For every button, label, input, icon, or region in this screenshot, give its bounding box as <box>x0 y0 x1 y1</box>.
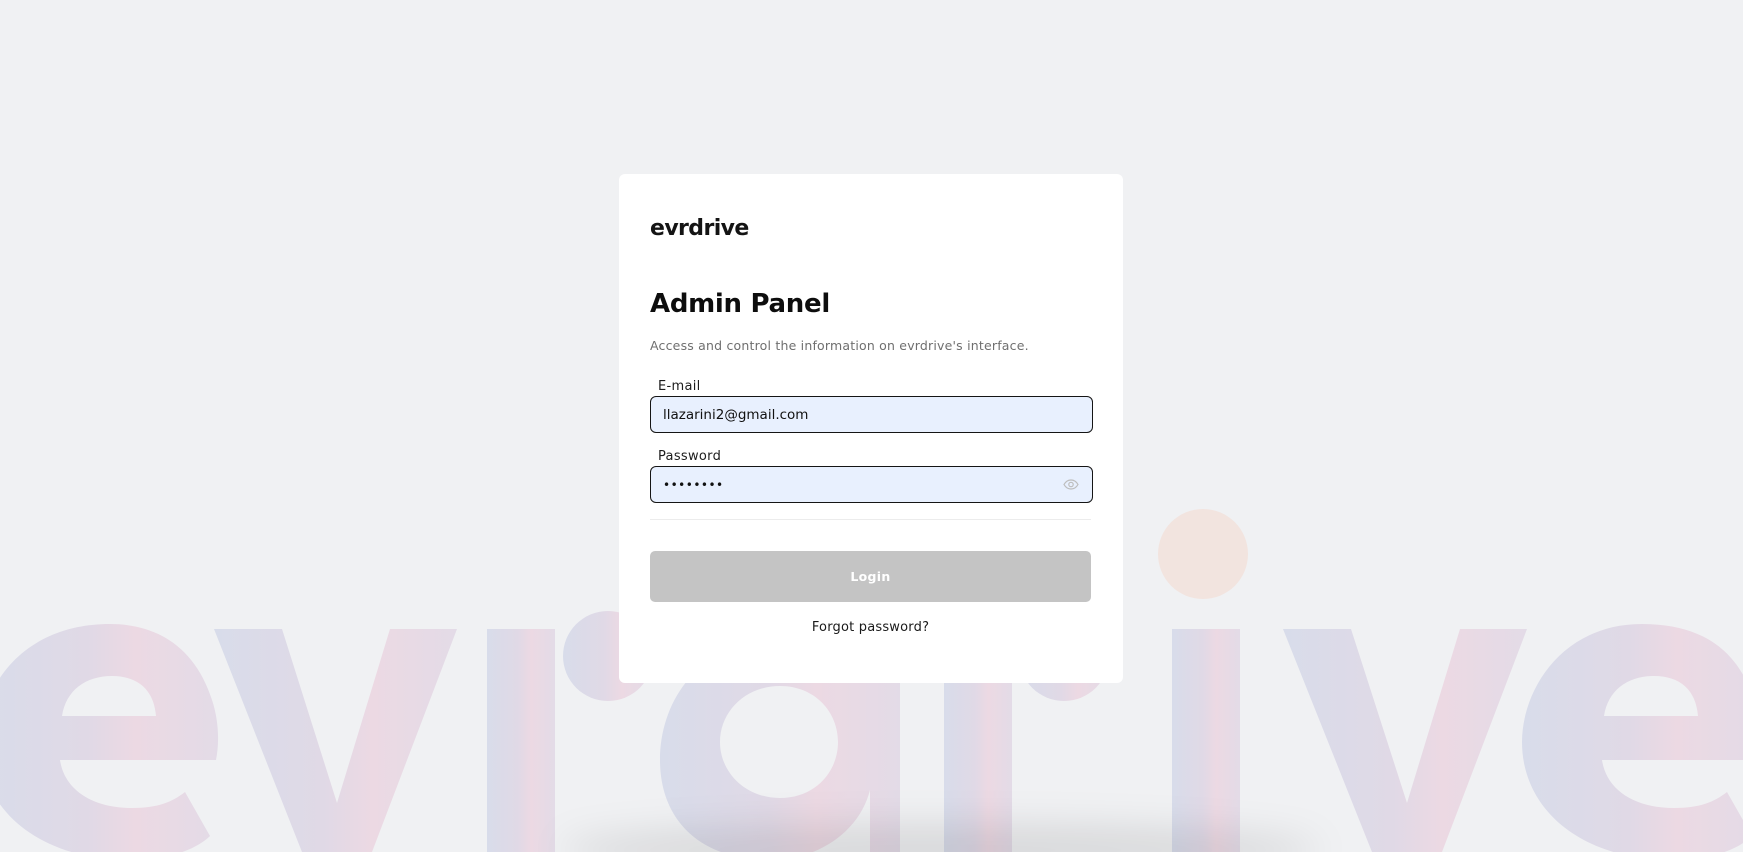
email-value: llazarini2@gmail.com <box>663 406 809 423</box>
forgot-password-link[interactable]: Forgot password? <box>650 620 1091 635</box>
password-label: Password <box>658 449 722 464</box>
wordmark-letter-i-stem <box>1172 629 1240 852</box>
wordmark-letter-r-stem <box>487 629 555 852</box>
form-divider <box>650 519 1091 520</box>
wordmark-letter-e-1 <box>0 624 219 852</box>
wordmark-letter-v-1 <box>214 629 457 852</box>
email-label: E-mail <box>658 379 701 394</box>
page-subtitle: Access and control the information on ev… <box>650 338 1029 353</box>
login-page: evrdrive Admin Panel Access and control … <box>0 0 1743 852</box>
login-button[interactable]: Login <box>650 551 1091 602</box>
wordmark-letter-v-2 <box>1283 629 1527 852</box>
card-floor-shadow <box>560 825 1320 852</box>
page-title: Admin Panel <box>650 289 830 319</box>
login-card: evrdrive Admin Panel Access and control … <box>619 174 1123 683</box>
brand-logo: evrdrive <box>650 216 749 241</box>
wordmark-i-dot <box>1158 509 1248 599</box>
password-field[interactable]: •••••••• <box>650 466 1093 503</box>
wordmark-letter-e-2 <box>1522 624 1743 852</box>
eye-icon[interactable] <box>1062 478 1080 492</box>
password-value: •••••••• <box>663 477 724 492</box>
email-field[interactable]: llazarini2@gmail.com <box>650 396 1093 433</box>
